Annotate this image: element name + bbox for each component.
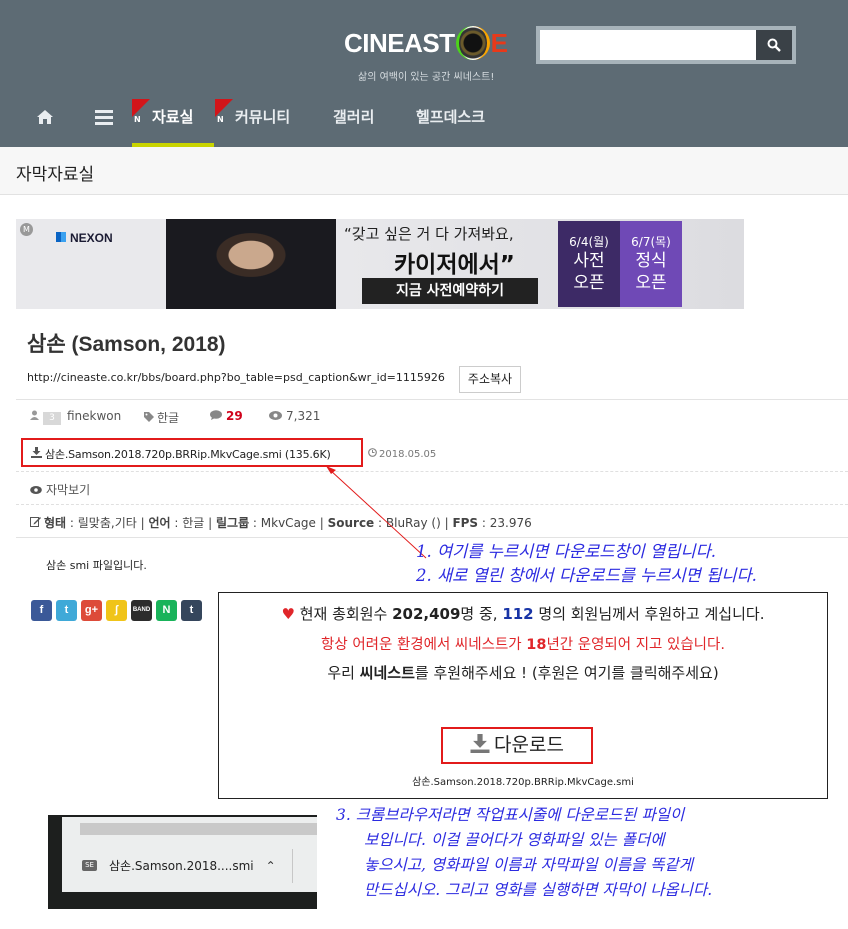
share-buttons: f t g+ ʃ BAND N t (31, 600, 202, 621)
nav-label: 갤러리 (333, 108, 375, 126)
logo-reel-icon (455, 26, 490, 60)
annotation-step-3: 3. 크롬브라우저라면 작업표시줄에 다운로드된 파일이 보입니다. 이걸 끌어… (336, 806, 713, 899)
ad-person-image (166, 219, 336, 309)
separator (292, 849, 293, 883)
post-title: 삼손 (Samson, 2018) (27, 333, 226, 356)
ad-date-preopen: 6/4(월) 사전 오픈 (558, 221, 620, 307)
tag-icon (144, 412, 154, 422)
download-button[interactable]: 다운로드 (441, 727, 593, 764)
download-file-name: 삼손.Samson.2018.720p.BRRip.MkvCage.smi (412, 777, 634, 788)
new-badge: N (132, 99, 150, 124)
ad-quote: “갖고 싶은 거 다 가져봐요, (344, 225, 514, 243)
member-stats: ♥ 현재 총회원수 202,409명 중, 112 명의 회원님께서 후원하고 … (281, 605, 765, 623)
download-icon (470, 734, 490, 753)
page-title: 자막자료실 (0, 147, 848, 195)
post-url: http://cineaste.co.kr/bbs/board.php?bo_t… (27, 371, 445, 384)
nav-home[interactable] (36, 97, 54, 147)
annotation-steps-1-2: 1. 여기를 누르시면 다운로드창이 열립니다. 2. 새로 열린 창에서 다운… (416, 542, 757, 585)
chevron-up-icon[interactable]: ⌃ (266, 859, 276, 873)
subtitle-file-icon: SE (82, 860, 97, 871)
eye-icon (30, 486, 42, 494)
scrollbar[interactable] (80, 823, 317, 835)
post-author[interactable]: 3 finekwon (30, 409, 121, 425)
heart-icon: ♥ (281, 605, 295, 623)
nav-item-helpdesk[interactable]: 헬프데스크 (416, 97, 485, 147)
sponsor-link[interactable]: 우리 씨네스트를 후원해주세요 ! (후원은 여기를 클릭해주세요) (219, 662, 827, 683)
post-comments[interactable]: 29 (210, 409, 243, 423)
ad-banner[interactable]: M NEXON “갖고 싶은 거 다 가져봐요, 카이저에서” 지금 사전예약하… (16, 219, 744, 309)
edit-icon (30, 517, 41, 527)
clock-icon (368, 448, 377, 457)
nav-item-gallery[interactable]: 갤러리 (333, 97, 374, 147)
post-views: 7,321 (269, 409, 320, 423)
download-shelf: SE 삼손.Samson.2018....smi ⌃ (62, 817, 317, 892)
search-icon (767, 38, 781, 52)
download-dialog: ♥ 현재 총회원수 202,409명 중, 112 명의 회원님께서 후원하고 … (218, 592, 828, 799)
view-subtitle-link[interactable]: 자막보기 (30, 481, 90, 498)
nexon-logo-icon (56, 232, 66, 242)
subtitle-specs: 형태 : 릴맞춤,기타 | 언어 : 한글 | 릴그룹 : MkvCage | … (16, 504, 848, 538)
menu-icon (95, 110, 113, 125)
site-tagline: 삶의 여백이 있는 공간 씨네스트! (358, 72, 495, 83)
download-icon (31, 447, 42, 458)
ad-headline: 카이저에서” (394, 252, 515, 278)
naver-icon[interactable]: N (156, 600, 177, 621)
post-meta: 3 finekwon 한글 29 7,321 (16, 399, 848, 433)
downloaded-file-item[interactable]: SE 삼손.Samson.2018....smi ⌃ (82, 857, 276, 874)
site-logo[interactable]: CINEAST E (344, 26, 508, 60)
logo-text: CINEAST (344, 27, 455, 58)
facebook-icon[interactable]: f (31, 600, 52, 621)
copy-url-button[interactable]: 주소복사 (459, 366, 521, 393)
nav-menu[interactable] (95, 97, 113, 147)
view-subtitle-row: 자막보기 (16, 471, 848, 504)
site-header: CINEAST E 삶의 여백이 있는 공간 씨네스트! (0, 0, 848, 97)
nav-label: 헬프데스크 (416, 108, 486, 126)
ad-brand: NEXON (56, 231, 113, 245)
eye-icon (269, 411, 282, 420)
main-nav: N 자료실 N 커뮤니티 갤러리 헬프데스크 (0, 97, 848, 147)
page: CINEAST E 삶의 여백이 있는 공간 씨네스트! N 자료실 N 커뮤니… (0, 0, 848, 929)
kakaostory-icon[interactable]: ʃ (106, 600, 127, 621)
specs-line: 형태 : 릴맞춤,기타 | 언어 : 한글 | 릴그룹 : MkvCage | … (30, 514, 532, 531)
twitter-icon[interactable]: t (56, 600, 77, 621)
new-badge: N (215, 99, 233, 124)
ad-badge: M (20, 223, 33, 236)
search-form (536, 26, 796, 64)
home-icon (37, 110, 53, 124)
comment-icon (210, 410, 222, 420)
nav-label: 자료실 (152, 108, 194, 126)
nav-item-archive[interactable]: N 자료실 (132, 97, 214, 147)
user-icon (30, 410, 39, 420)
search-button[interactable] (756, 30, 792, 60)
nav-item-community[interactable]: N 커뮤니티 (215, 97, 290, 147)
ad-cta-button[interactable]: 지금 사전예약하기 (362, 278, 538, 304)
nav-label: 커뮤니티 (235, 108, 291, 126)
post-body: 삼손 smi 파일입니다. (46, 559, 147, 572)
post-language: 한글 (144, 409, 179, 426)
ad-date-open: 6/7(목) 정식 오픈 (620, 221, 682, 307)
googleplus-icon[interactable]: g+ (81, 600, 102, 621)
file-download-link[interactable]: 삼손.Samson.2018.720p.BRRip.MkvCage.smi (1… (21, 438, 363, 467)
file-date: 2018.05.05 (368, 448, 436, 460)
operation-notice: 항상 어려운 환경에서 씨네스트가 18년간 운영되어 지고 있습니다. (321, 637, 725, 653)
level-badge: 3 (43, 412, 61, 425)
browser-download-bar: SE 삼손.Samson.2018....smi ⌃ (48, 815, 317, 909)
band-icon[interactable]: BAND (131, 600, 152, 621)
logo-e: E (490, 27, 508, 58)
search-input[interactable] (540, 30, 756, 60)
tumblr-icon[interactable]: t (181, 600, 202, 621)
